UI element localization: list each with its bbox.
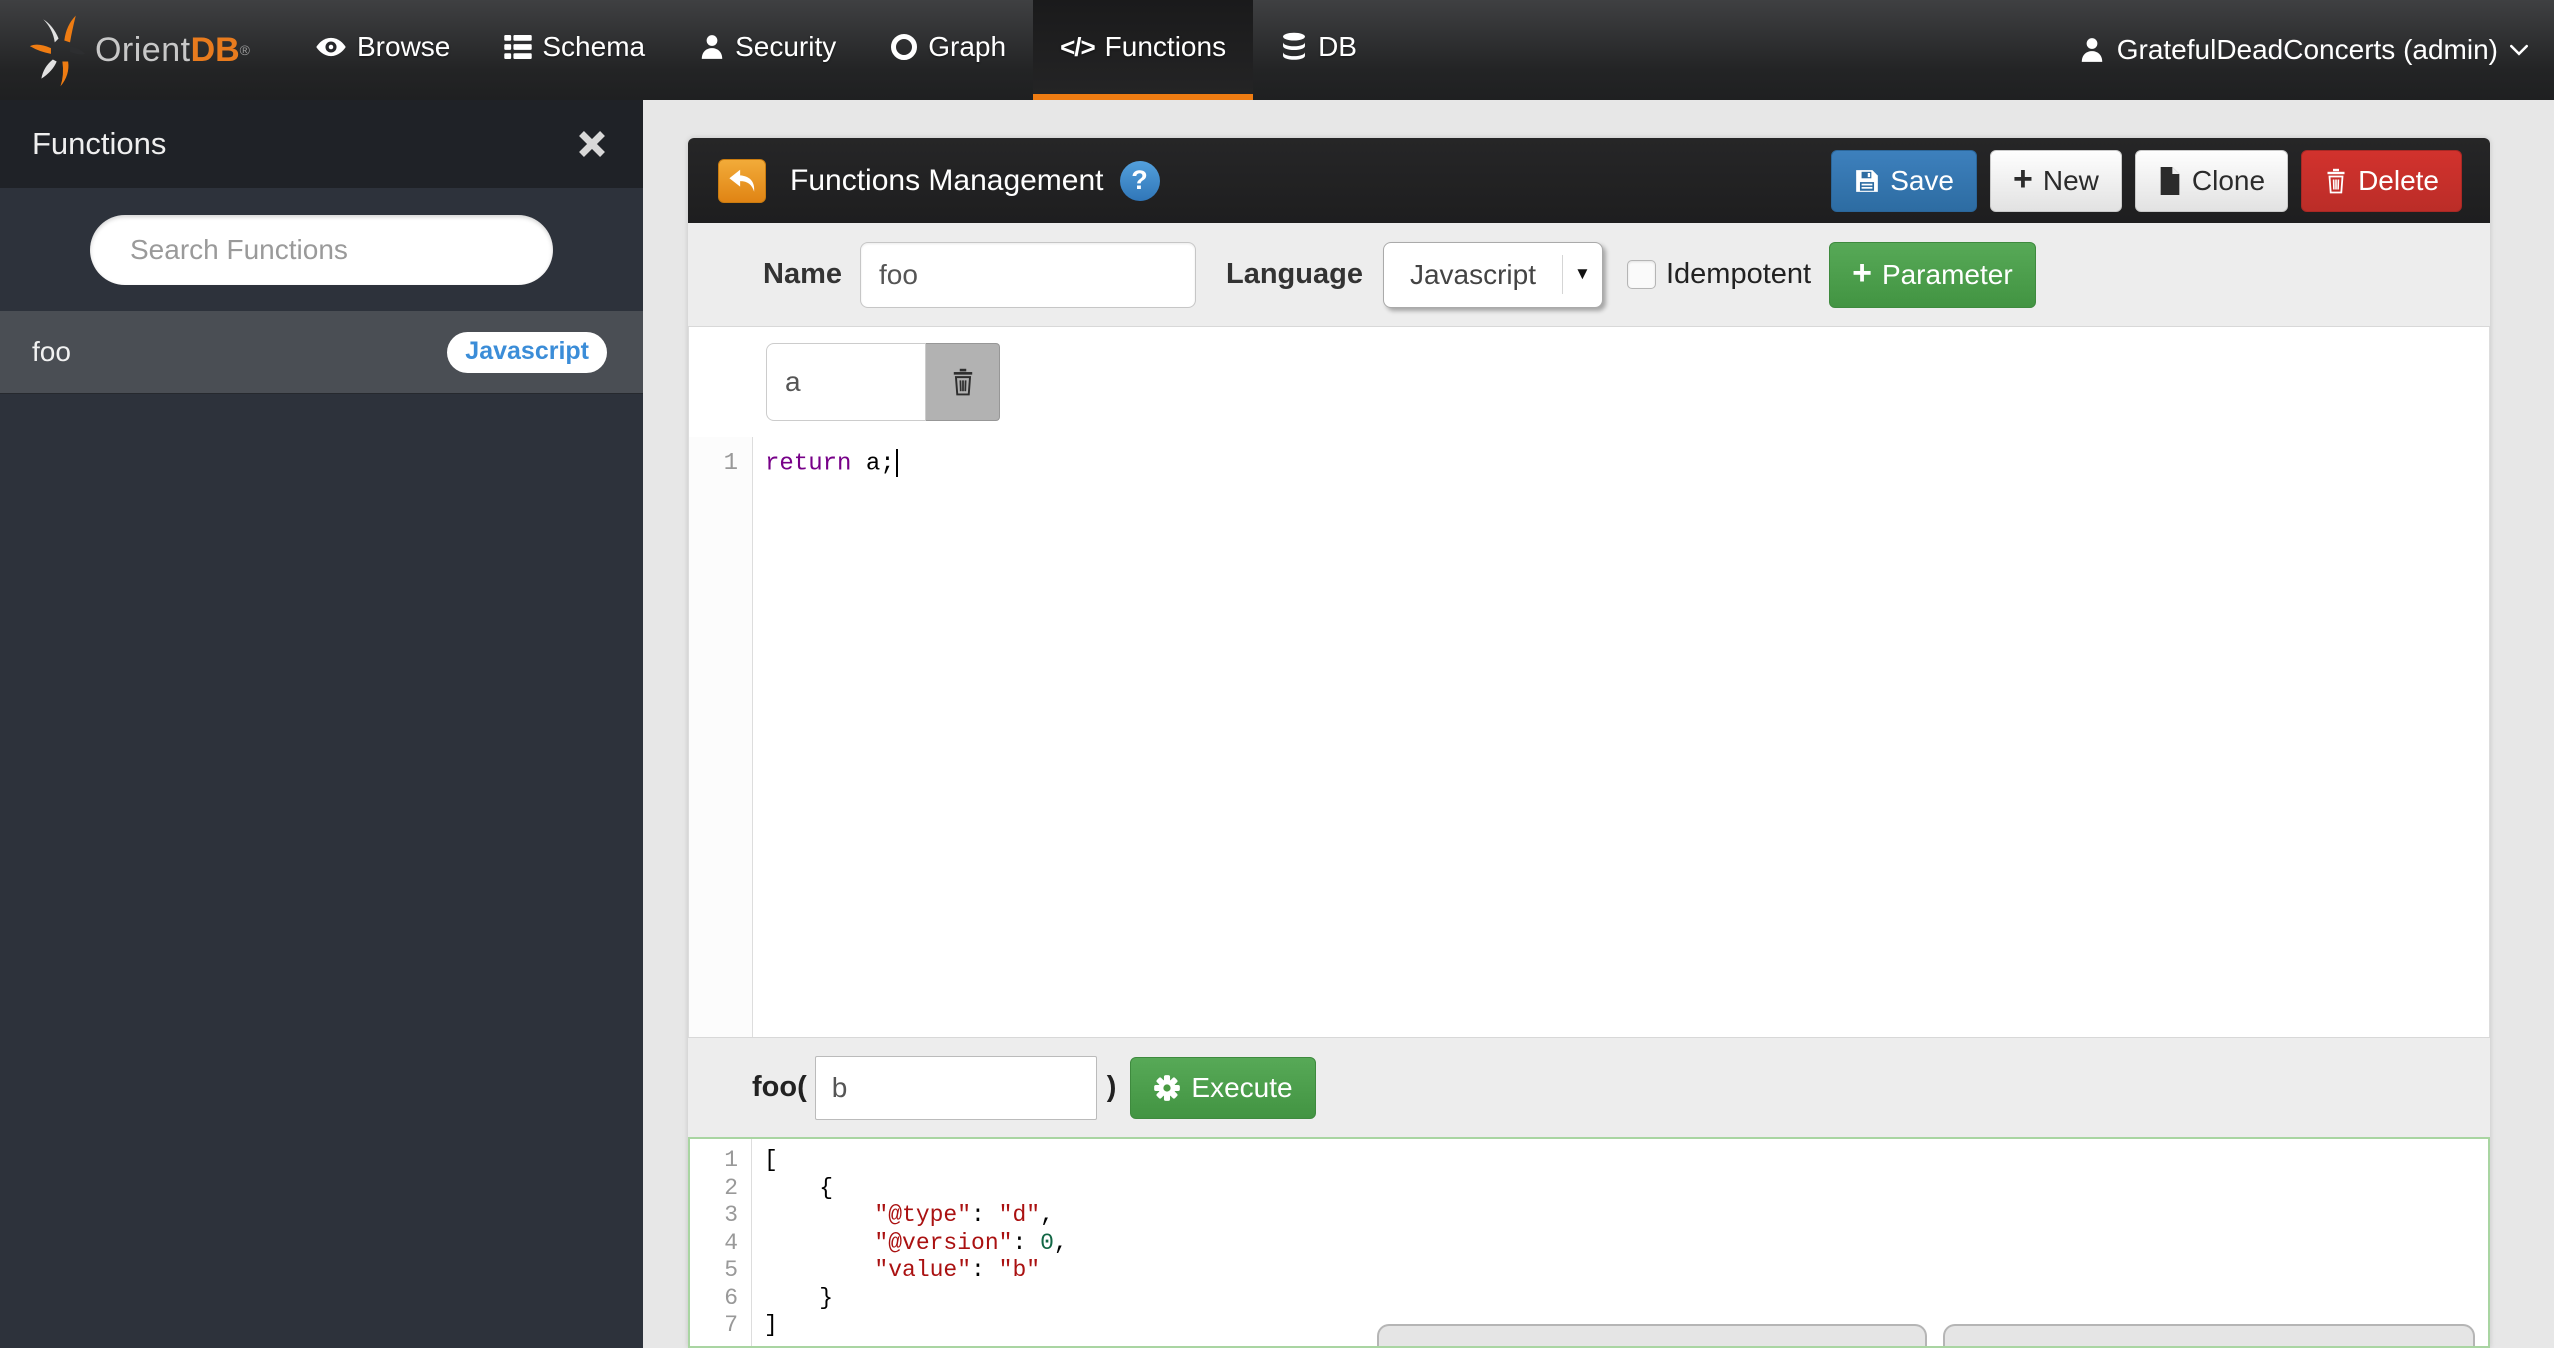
nav-db[interactable]: DB bbox=[1253, 0, 1384, 100]
circle-icon bbox=[890, 33, 918, 61]
sidebar-title: Functions bbox=[32, 126, 166, 162]
language-select-value: Javascript bbox=[1384, 259, 1562, 291]
function-form: Name Language Javascript ▼ Idempotent + … bbox=[688, 223, 2490, 327]
nav-functions-label: Functions bbox=[1105, 31, 1226, 63]
caret-down-icon: ▼ bbox=[1562, 255, 1602, 293]
delete-button[interactable]: Delete bbox=[2301, 150, 2462, 212]
execute-button[interactable]: Execute bbox=[1130, 1057, 1315, 1119]
function-list-item[interactable]: foo Javascript bbox=[0, 311, 643, 394]
floppy-icon bbox=[1854, 168, 1880, 194]
parameter-field[interactable] bbox=[766, 343, 926, 421]
nav-graph[interactable]: Graph bbox=[863, 0, 1033, 100]
nav-schema[interactable]: Schema bbox=[477, 0, 672, 100]
brand-orient: Orient bbox=[95, 31, 191, 70]
sidebar-search-band bbox=[0, 188, 643, 311]
editor-gutter: 1 bbox=[689, 437, 753, 1037]
database-icon bbox=[1280, 32, 1308, 62]
chevron-down-icon bbox=[2510, 44, 2528, 56]
help-icon[interactable]: ? bbox=[1120, 161, 1160, 201]
add-parameter-button[interactable]: + Parameter bbox=[1829, 242, 2036, 308]
main-nav: Browse Schema Security Graph </> Functio… bbox=[288, 0, 1384, 100]
parameter-group bbox=[766, 343, 1000, 421]
function-name: foo bbox=[32, 336, 71, 368]
nav-graph-label: Graph bbox=[928, 31, 1006, 63]
close-icon[interactable] bbox=[577, 129, 607, 159]
name-label: Name bbox=[763, 258, 842, 291]
trash-icon bbox=[2324, 167, 2348, 195]
execute-close-paren: ) bbox=[1107, 1071, 1117, 1104]
orientdb-logo[interactable]: OrientDB® bbox=[0, 0, 250, 100]
idempotent-checkbox[interactable] bbox=[1627, 260, 1656, 289]
back-button[interactable] bbox=[718, 159, 766, 203]
horizontal-scrollbar-left[interactable] bbox=[1377, 1324, 1927, 1346]
output-code-lines[interactable]: [ { "@type": "d", "@version": 0, "value"… bbox=[764, 1147, 2488, 1340]
nav-db-label: DB bbox=[1318, 31, 1357, 63]
nav-browse-label: Browse bbox=[357, 31, 450, 63]
orientdb-logo-icon bbox=[28, 2, 93, 98]
user-icon bbox=[2079, 36, 2105, 64]
save-label: Save bbox=[1890, 165, 1954, 197]
main-area: Functions Management ? Save + New bbox=[643, 100, 2554, 1348]
text-caret bbox=[896, 449, 898, 477]
nav-security-label: Security bbox=[735, 31, 836, 63]
th-list-icon bbox=[504, 35, 532, 59]
remove-parameter-button[interactable] bbox=[926, 343, 1000, 421]
execute-function-label: foo( bbox=[752, 1071, 807, 1104]
code-keyword: return bbox=[765, 450, 851, 477]
top-navbar: OrientDB® Browse Schema Security Graph bbox=[0, 0, 2554, 100]
trash-icon bbox=[950, 367, 976, 397]
back-icon bbox=[726, 167, 758, 195]
save-button[interactable]: Save bbox=[1831, 150, 1977, 212]
file-icon bbox=[2158, 167, 2182, 195]
nav-security[interactable]: Security bbox=[672, 0, 863, 100]
parameters-area bbox=[688, 327, 2490, 437]
new-label: New bbox=[2043, 165, 2099, 197]
idempotent-label: Idempotent bbox=[1666, 258, 1811, 291]
clone-button[interactable]: Clone bbox=[2135, 150, 2288, 212]
argument-field[interactable] bbox=[815, 1056, 1097, 1120]
code-editor[interactable]: 1 return a; bbox=[688, 437, 2490, 1037]
nav-browse[interactable]: Browse bbox=[288, 0, 477, 100]
functions-management-panel: Functions Management ? Save + New bbox=[688, 138, 2490, 1348]
code-rest: a; bbox=[851, 450, 894, 477]
execute-row: foo( ) Execute bbox=[688, 1037, 2490, 1137]
language-select[interactable]: Javascript ▼ bbox=[1383, 242, 1603, 308]
horizontal-scrollbar-right[interactable] bbox=[1943, 1324, 2475, 1346]
sidebar-header: Functions bbox=[0, 100, 643, 188]
language-badge: Javascript bbox=[447, 332, 607, 373]
brand-db: DB bbox=[191, 31, 240, 70]
clone-label: Clone bbox=[2192, 165, 2265, 197]
user-menu[interactable]: GratefulDeadConcerts (admin) bbox=[2079, 0, 2528, 100]
language-label: Language bbox=[1226, 258, 1363, 291]
brand-trademark: ® bbox=[240, 42, 250, 58]
user-menu-label: GratefulDeadConcerts (admin) bbox=[2117, 34, 2498, 66]
editor-line-number: 1 bbox=[689, 449, 738, 479]
delete-label: Delete bbox=[2358, 165, 2439, 197]
toolbar: Save + New Clone Delete bbox=[1831, 150, 2462, 212]
name-field[interactable] bbox=[860, 242, 1196, 308]
code-icon: </> bbox=[1060, 32, 1095, 63]
nav-functions[interactable]: </> Functions bbox=[1033, 0, 1253, 100]
new-button[interactable]: + New bbox=[1990, 150, 2122, 212]
functions-sidebar: Functions foo Javascript bbox=[0, 100, 643, 1348]
execute-label: Execute bbox=[1191, 1072, 1292, 1104]
nav-schema-label: Schema bbox=[542, 31, 645, 63]
output-gutter: 1234567 bbox=[690, 1139, 752, 1346]
gear-icon bbox=[1153, 1074, 1181, 1102]
page-title: Functions Management bbox=[790, 164, 1104, 198]
eye-icon bbox=[315, 36, 347, 58]
panel-header: Functions Management ? Save + New bbox=[688, 138, 2490, 223]
output-editor[interactable]: 1234567 [ { "@type": "d", "@version": 0,… bbox=[688, 1137, 2490, 1348]
search-input[interactable] bbox=[90, 215, 553, 285]
add-parameter-label: Parameter bbox=[1882, 259, 2013, 291]
user-icon bbox=[699, 33, 725, 61]
editor-code-line[interactable]: return a; bbox=[765, 449, 2489, 479]
